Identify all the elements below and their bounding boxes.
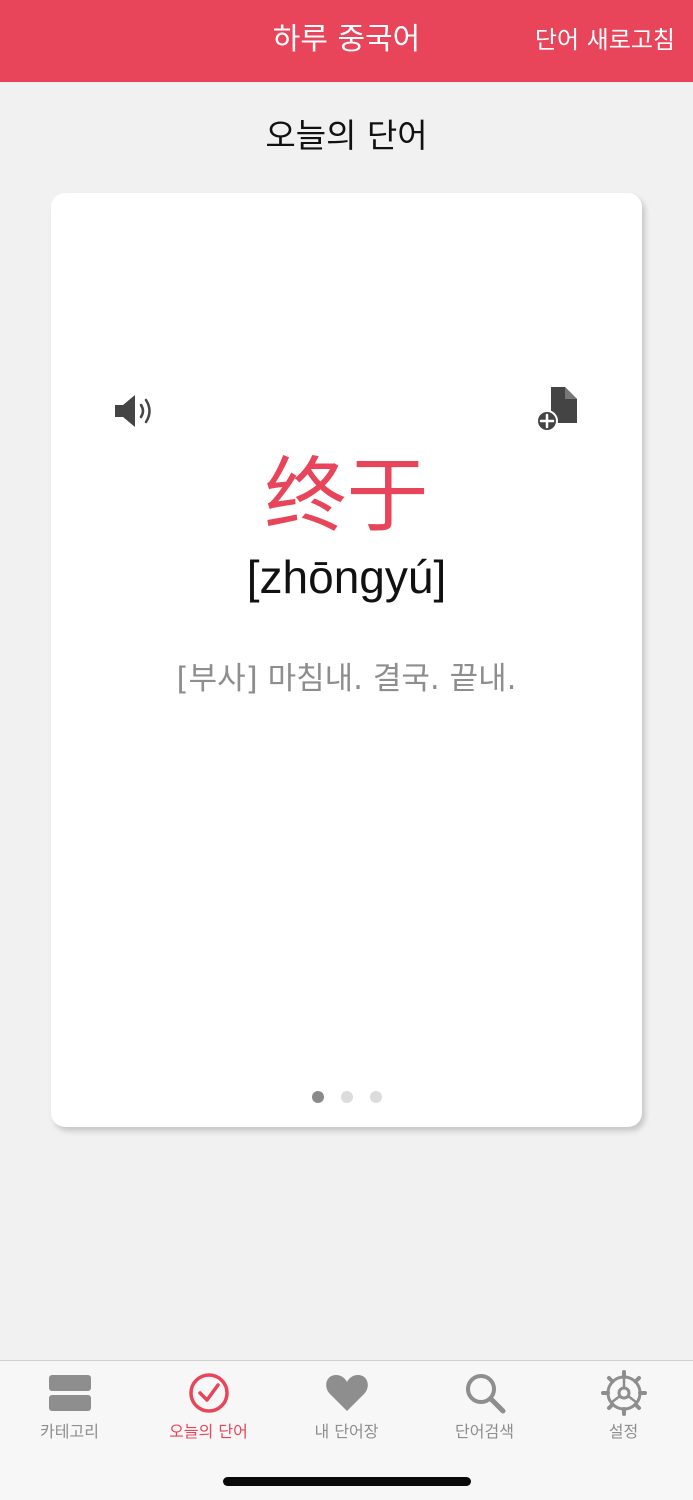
category-icon (48, 1375, 91, 1411)
word-meaning: [부사] 마침내. 결국. 끝내. (176, 661, 517, 697)
nav-bar: 하루 중국어 단어 새로고침 (0, 0, 693, 82)
page-dot-1[interactable] (311, 1091, 324, 1103)
check-circle-icon (188, 1373, 229, 1413)
word-pinyin: [zhōngyú] (246, 551, 447, 603)
refresh-words-button[interactable]: 단어 새로고침 (535, 24, 675, 56)
tab-my-wordbook[interactable]: 내 단어장 (277, 1369, 416, 1449)
tab-settings[interactable]: 설정 (554, 1369, 693, 1449)
tab-word-search[interactable]: 단어검색 (415, 1369, 554, 1449)
page-title: 오늘의 단어 (265, 116, 428, 155)
gear-icon (600, 1370, 647, 1416)
page-dot-2[interactable] (340, 1091, 353, 1103)
speaker-icon[interactable] (111, 391, 157, 431)
page-dot-3[interactable] (369, 1091, 382, 1103)
tab-label: 오늘의 단어 (169, 1422, 248, 1441)
tab-label: 내 단어장 (314, 1422, 379, 1441)
page-indicator[interactable] (51, 1091, 642, 1103)
add-to-wordbook-icon[interactable] (535, 385, 583, 433)
heart-icon (325, 1375, 368, 1411)
word-hanzi: 终于 (264, 449, 429, 544)
search-icon (465, 1374, 505, 1414)
tab-today-word[interactable]: 오늘의 단어 (139, 1369, 278, 1449)
tab-label: 설정 (608, 1422, 639, 1441)
tab-label: 단어검색 (455, 1422, 514, 1441)
tab-category[interactable]: 카테고리 (0, 1369, 139, 1449)
home-indicator[interactable] (223, 1477, 471, 1486)
word-card[interactable]: 终于 [zhōngyú] [부사] 마침내. 결국. 끝내. (51, 193, 642, 1127)
tab-label: 카테고리 (40, 1422, 99, 1441)
